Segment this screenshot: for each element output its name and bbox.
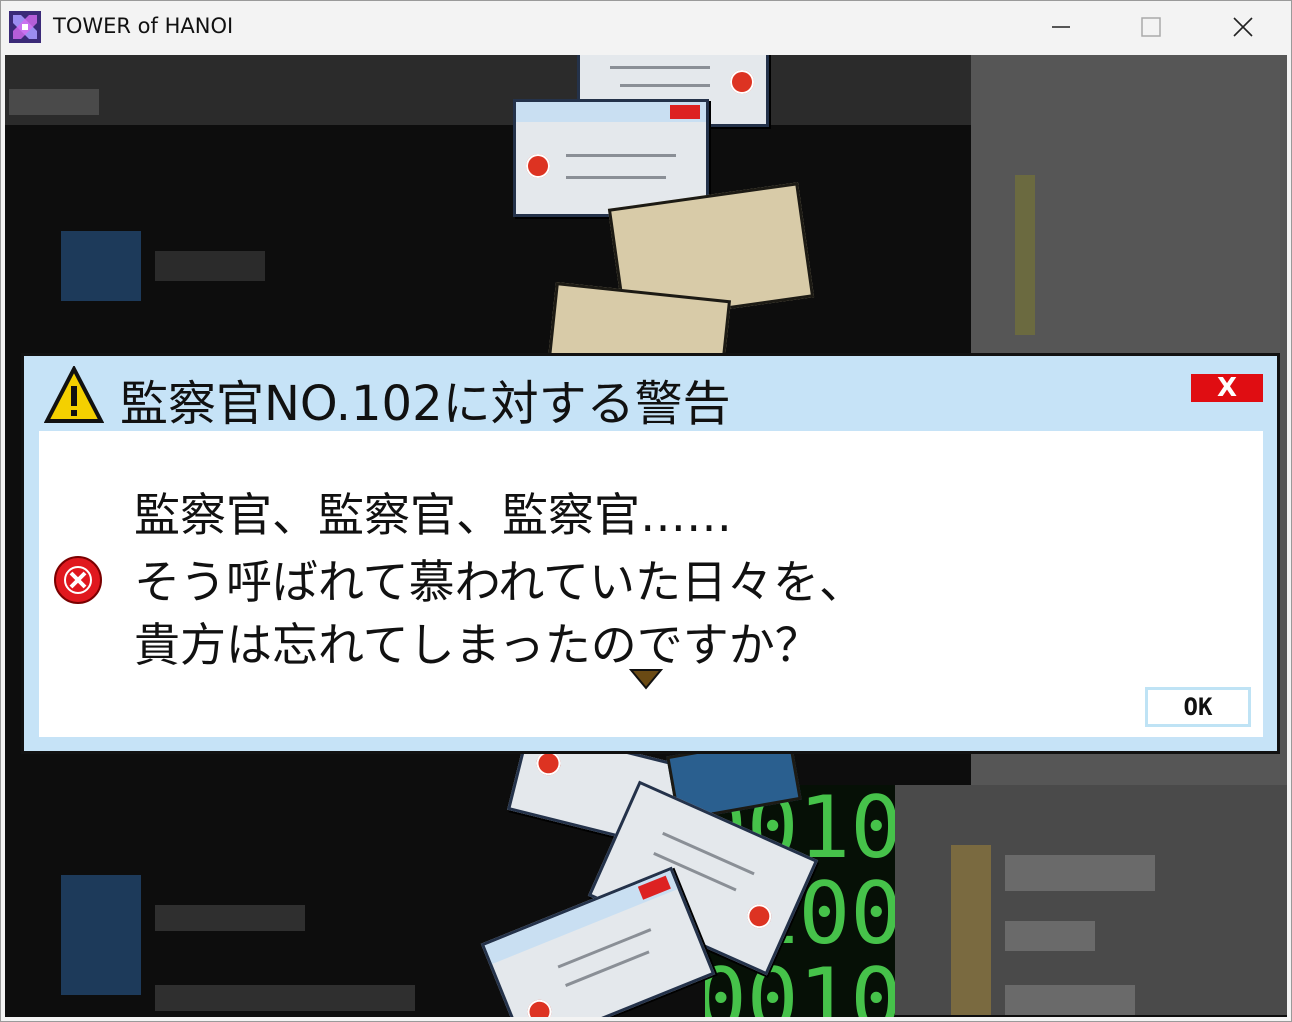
popup-text-line (566, 154, 676, 157)
close-button[interactable] (1197, 1, 1289, 53)
background-pixel-block (155, 905, 305, 931)
popup-close-icon (670, 105, 700, 119)
background-pixel-block (61, 231, 141, 301)
background-pixel-block (61, 875, 141, 995)
message-line: 貴方は忘れてしまったのですか？ (134, 618, 821, 672)
binary-row: 0010 (705, 950, 895, 1017)
background-pixel-block (1005, 921, 1095, 951)
popup-text-line (557, 928, 652, 969)
maximize-button[interactable] (1105, 1, 1197, 53)
app-window: TOWER of HANOI 0010 1100 0010 監察官NO.102に… (0, 0, 1292, 1022)
minimize-button[interactable] (1015, 1, 1107, 53)
popup-text-line (662, 831, 755, 876)
error-icon (730, 70, 754, 94)
popup-text-line (610, 66, 710, 69)
sword-icon (9, 11, 41, 43)
maximize-icon (1141, 17, 1161, 37)
warning-triangle-icon (44, 366, 104, 423)
background-desktop-bar (5, 55, 971, 125)
warning-dialog: 監察官NO.102に対する警告 X 監察官、監察官、監察官…… そう呼ばれて慕わ… (21, 353, 1280, 754)
error-icon (743, 900, 776, 933)
background-pixel-block (155, 985, 415, 1011)
title-bar: TOWER of HANOI (1, 1, 1291, 53)
background-pixel-block (9, 89, 99, 115)
background-pixel-block (1015, 175, 1035, 335)
close-icon (1233, 17, 1253, 37)
error-icon (526, 154, 550, 178)
ok-button[interactable]: OK (1145, 687, 1251, 727)
dialog-body: 監察官、監察官、監察官…… そう呼ばれて慕われていた日々を、 貴方は忘れてしまっ… (39, 431, 1263, 737)
dialog-title: 監察官NO.102に対する警告 (120, 376, 731, 432)
background-pixel-block (155, 251, 265, 281)
minimize-icon (1052, 26, 1070, 28)
popup-text-line (620, 84, 710, 87)
error-icon (523, 996, 556, 1017)
background-pixel-block (1005, 985, 1135, 1015)
error-icon (54, 556, 102, 604)
popup-text-line (565, 950, 650, 987)
background-pixel-block (1005, 855, 1155, 891)
background-pixel-block (951, 845, 991, 1015)
message-line: 監察官、監察官、監察官…… (134, 488, 732, 542)
window-title: TOWER of HANOI (53, 14, 234, 38)
popup-text-line (566, 176, 666, 179)
dialog-close-button[interactable]: X (1191, 374, 1263, 402)
message-line: そう呼ばれて慕われていた日々を、 (134, 555, 865, 609)
continue-arrow-icon[interactable] (629, 668, 663, 690)
